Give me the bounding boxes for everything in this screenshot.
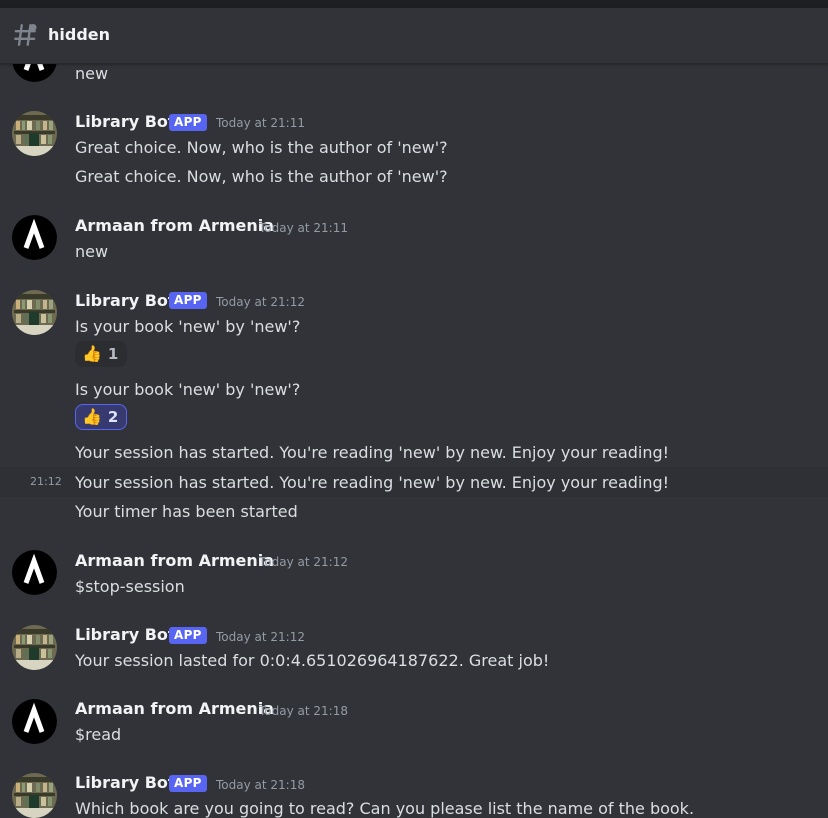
message-timestamp[interactable]: Today at 21:18 bbox=[259, 704, 348, 718]
library-bot-avatar[interactable] bbox=[12, 290, 57, 335]
window-top-bar bbox=[0, 0, 828, 8]
message-author[interactable]: Library Bot bbox=[75, 625, 176, 644]
channel-name[interactable]: hidden bbox=[48, 25, 110, 44]
message-text: $stop-session bbox=[75, 577, 185, 596]
message-timestamp[interactable]: Today at 21:11 bbox=[216, 116, 305, 130]
message-timestamp[interactable]: Today at 21:12 bbox=[259, 555, 348, 569]
message-text: Great choice. Now, who is the author of … bbox=[75, 167, 448, 186]
reaction-count: 2 bbox=[107, 408, 119, 426]
app-badge: APP bbox=[169, 775, 207, 792]
armaan-avatar[interactable] bbox=[12, 215, 57, 260]
message-text: Is your book 'new' by 'new'? bbox=[75, 380, 301, 399]
message-author[interactable]: Library Bot bbox=[75, 773, 176, 792]
thumbs-up-reaction[interactable]: 👍 1 bbox=[75, 341, 128, 367]
message-author[interactable]: Armaan from Armenia bbox=[75, 551, 274, 570]
armaan-avatar[interactable] bbox=[12, 64, 57, 82]
armaan-avatar[interactable] bbox=[12, 550, 57, 595]
armaan-avatar[interactable] bbox=[12, 699, 57, 744]
message-author[interactable]: Library Bot bbox=[75, 291, 176, 310]
thumbs-up-icon: 👍 bbox=[82, 344, 102, 363]
message-text: Great choice. Now, who is the author of … bbox=[75, 138, 448, 157]
message-author[interactable]: Library Bot bbox=[75, 112, 176, 131]
library-bot-avatar[interactable] bbox=[12, 625, 57, 670]
reaction-count: 1 bbox=[107, 345, 119, 363]
app-badge: APP bbox=[169, 292, 207, 309]
message-text: Your session has started. You're reading… bbox=[75, 473, 670, 492]
library-bot-avatar[interactable] bbox=[12, 111, 57, 156]
message-text: Your timer has been started bbox=[75, 502, 298, 521]
app-badge: APP bbox=[169, 627, 207, 644]
message-timestamp[interactable]: Today at 21:12 bbox=[216, 630, 305, 644]
message-author[interactable]: Armaan from Armenia bbox=[75, 216, 274, 235]
message-timestamp[interactable]: Today at 21:12 bbox=[216, 295, 305, 309]
message-text: Which book are you going to read? Can yo… bbox=[75, 799, 695, 818]
hover-timestamp[interactable]: 21:12 bbox=[30, 475, 62, 488]
thumbs-up-icon: 👍 bbox=[82, 407, 102, 426]
message-timestamp[interactable]: Today at 21:18 bbox=[216, 778, 305, 792]
message-list[interactable]: new Library Bot APP Today at 21:11 Great… bbox=[0, 64, 828, 818]
hash-icon bbox=[14, 23, 37, 46]
channel-header: hidden bbox=[0, 8, 828, 64]
app-badge: APP bbox=[169, 114, 207, 131]
message-text: new bbox=[75, 242, 109, 261]
thumbs-up-reaction[interactable]: 👍 2 bbox=[75, 404, 128, 430]
message-author[interactable]: Armaan from Armenia bbox=[75, 699, 274, 718]
message-text: new bbox=[75, 64, 109, 83]
message-timestamp[interactable]: Today at 21:11 bbox=[259, 221, 348, 235]
library-bot-avatar[interactable] bbox=[12, 773, 57, 818]
message-text: Is your book 'new' by 'new'? bbox=[75, 317, 301, 336]
message-text: $read bbox=[75, 725, 122, 744]
message-text: Your session lasted for 0:0:4.6510269641… bbox=[75, 651, 550, 670]
message-text: Your session has started. You're reading… bbox=[75, 443, 670, 462]
